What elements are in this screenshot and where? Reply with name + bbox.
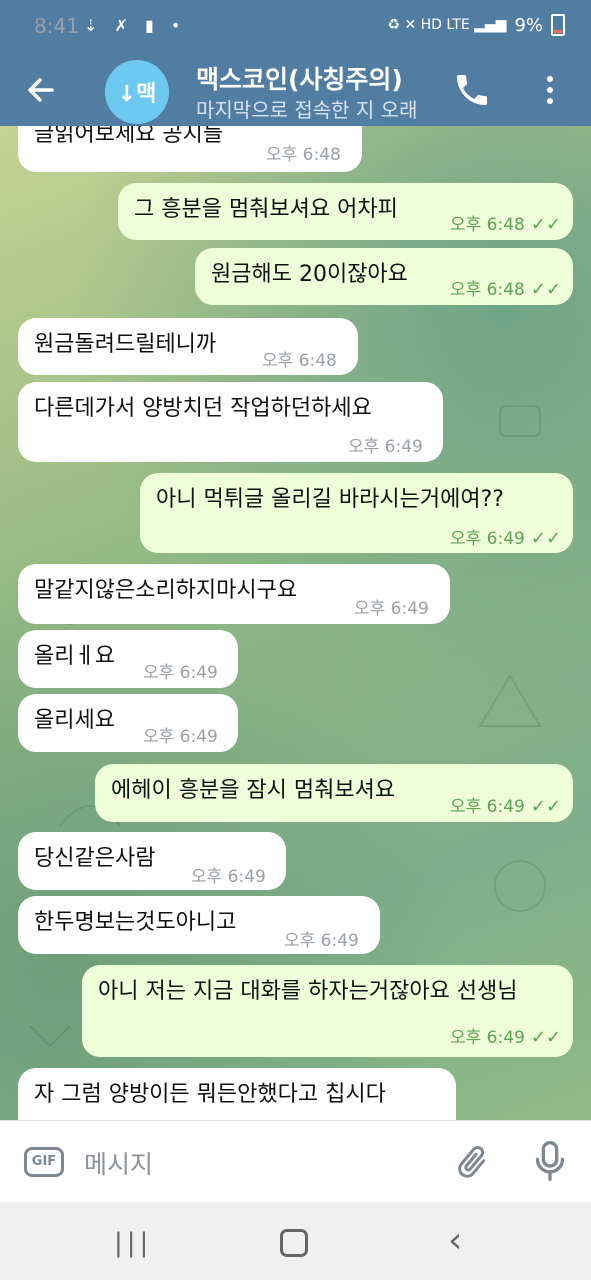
message-time: 오후 6:48 ✓✓ [450, 214, 562, 235]
message-text: 올리ㅔ요 [34, 644, 115, 669]
message-text: 에헤이 흥분을 잠시 멈춰보셔요 [111, 778, 396, 803]
message-text: 말같지않은소리하지마시구요 [34, 578, 298, 603]
message-incoming[interactable]: 자 그럼 양방이든 뭐든안했다고 칩시다 [18, 1068, 456, 1120]
recent-apps-icon[interactable]: ||| [114, 1228, 152, 1258]
system-navigation-bar: ||| ‹ [0, 1202, 591, 1280]
gif-icon[interactable]: GIF [24, 1147, 64, 1177]
chat-header: ↓맥 맥스코인(사칭주의) 마지막으로 접속한 지 오래 [0, 56, 591, 126]
avatar[interactable]: ↓맥 [105, 60, 169, 124]
message-text: 글읽어보세요 공지들 [34, 126, 224, 147]
read-checkmark-icon: ✓✓ [530, 1027, 562, 1048]
message-text: 다른데가서 양방치던 작업하던하세요 [34, 396, 372, 421]
home-icon[interactable] [280, 1229, 308, 1257]
message-time: 오후 6:49 ✓✓ [450, 528, 562, 549]
notification-icons: ⇣ ✗ ▮ • [84, 16, 187, 35]
message-text: 당신같은사람 [34, 846, 156, 871]
message-incoming[interactable]: 올리세요 오후 6:49 [18, 694, 238, 752]
message-time: 오후 6:49 [143, 727, 218, 747]
status-bar: 8:41 ⇣ ✗ ▮ • ♻ ✕ HD LTE ▂▄▆ 9% [0, 0, 591, 56]
message-text: 원금해도 20이잖아요 [211, 262, 408, 287]
message-time: 오후 6:49 [354, 599, 429, 619]
message-text: 아니 저는 지금 대화를 하자는거잖아요 선생님 [98, 979, 518, 1004]
message-text: 올리세요 [34, 708, 115, 733]
message-composer: GIF 메시지 [0, 1120, 591, 1203]
message-time: 오후 6:49 [284, 931, 359, 951]
message-text: 그 흥분을 멈춰보셔요 어차피 [134, 197, 398, 222]
back-arrow-icon[interactable] [26, 68, 56, 123]
signal-icons: ♻ ✕ HD LTE ▂▄▆ [387, 17, 507, 33]
battery-icon [551, 14, 565, 36]
message-text: 아니 먹튀글 올리길 바라시는거에여?? [156, 487, 504, 512]
message-text: 원금돌려드릴테니까 [34, 332, 217, 357]
message-incoming[interactable]: 말같지않은소리하지마시구요 오후 6:49 [18, 564, 450, 624]
message-time: 오후 6:48 [266, 145, 341, 165]
message-incoming[interactable]: 당신같은사람 오후 6:49 [18, 832, 286, 890]
message-outgoing[interactable]: 아니 저는 지금 대화를 하자는거잖아요 선생님 오후 6:49 ✓✓ [82, 965, 573, 1057]
chat-messages[interactable]: 글읽어보세요 공지들 오후 6:48 그 흥분을 멈춰보셔요 어차피 오후 6:… [0, 126, 591, 1120]
message-outgoing[interactable]: 원금해도 20이잖아요 오후 6:48 ✓✓ [195, 248, 573, 305]
message-outgoing[interactable]: 에헤이 흥분을 잠시 멈춰보셔요 오후 6:49 ✓✓ [95, 764, 573, 822]
message-text: 자 그럼 양방이든 뭐든안했다고 칩시다 [34, 1082, 386, 1107]
message-incoming[interactable]: 원금돌려드릴테니까 오후 6:48 [18, 318, 358, 375]
battery-percent: 9% [514, 14, 543, 36]
message-time: 오후 6:49 ✓✓ [450, 796, 562, 817]
message-outgoing[interactable]: 아니 먹튀글 올리길 바라시는거에여?? 오후 6:49 ✓✓ [140, 473, 573, 553]
microphone-icon[interactable] [530, 1139, 570, 1183]
message-incoming[interactable]: 올리ㅔ요 오후 6:49 [18, 630, 238, 688]
read-checkmark-icon: ✓✓ [530, 279, 562, 300]
message-incoming[interactable]: 한두명보는것도아니고 오후 6:49 [18, 896, 380, 954]
message-outgoing[interactable]: 그 흥분을 멈춰보셔요 어차피 오후 6:48 ✓✓ [118, 183, 573, 240]
system-indicators: ♻ ✕ HD LTE ▂▄▆ 9% [387, 14, 565, 36]
message-time: 오후 6:49 [191, 867, 266, 887]
phone-icon[interactable] [452, 70, 492, 110]
message-time: 오후 6:48 [262, 351, 337, 371]
message-incoming[interactable]: 글읽어보세요 공지들 오후 6:48 [18, 126, 362, 172]
message-time: 오후 6:49 [348, 437, 423, 457]
message-time: 오후 6:49 ✓✓ [450, 1027, 562, 1048]
message-text: 한두명보는것도아니고 [34, 910, 237, 935]
message-time: 오후 6:49 [143, 663, 218, 683]
read-checkmark-icon: ✓✓ [530, 796, 562, 817]
more-options-icon[interactable] [540, 70, 560, 110]
paperclip-icon[interactable] [452, 1143, 492, 1183]
clock: 8:41 [34, 14, 79, 38]
chat-subtitle: 마지막으로 접속한 지 오래 [196, 98, 418, 122]
message-input[interactable]: 메시지 [84, 1145, 153, 1181]
chat-title[interactable]: 맥스코인(사칭주의) [196, 60, 403, 96]
message-incoming[interactable]: 다른데가서 양방치던 작업하던하세요 오후 6:49 [18, 382, 443, 462]
back-icon[interactable]: ‹ [448, 1220, 462, 1261]
read-checkmark-icon: ✓✓ [530, 214, 562, 235]
read-checkmark-icon: ✓✓ [530, 528, 562, 549]
message-time: 오후 6:48 ✓✓ [450, 279, 562, 300]
